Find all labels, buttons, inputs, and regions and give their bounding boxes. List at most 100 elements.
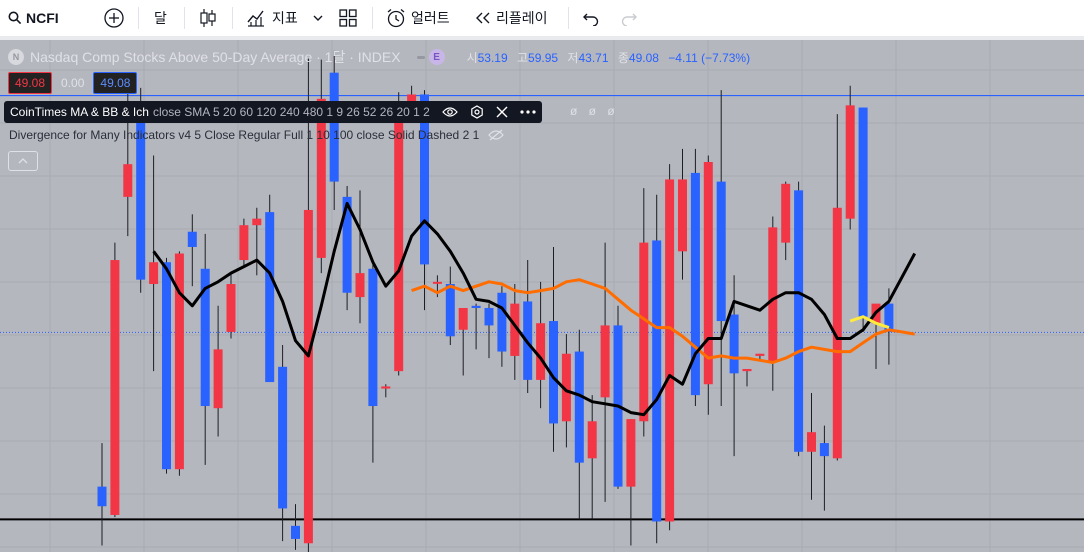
indicators-button[interactable]: 지표 <box>246 0 298 36</box>
indicators-label: 지표 <box>272 10 298 26</box>
candle-body <box>626 419 636 487</box>
candle-body <box>755 353 765 356</box>
toolbar-divider <box>568 7 569 29</box>
high-label: 고 <box>517 50 529 65</box>
candle-body <box>716 181 726 322</box>
indicators-icon <box>247 10 264 27</box>
candle-body <box>652 240 662 522</box>
bid-ask-boxes: 49.08 0.00 49.08 <box>8 72 138 94</box>
replay-label: 리플레이 <box>496 10 548 26</box>
rewind-icon <box>476 12 490 24</box>
candle-body <box>794 190 804 452</box>
candle-body <box>458 307 468 330</box>
buy-price-box[interactable]: 49.08 <box>93 72 138 94</box>
candle-body <box>742 368 752 372</box>
layout-button[interactable] <box>338 0 358 36</box>
settings-icon[interactable] <box>470 105 484 119</box>
sell-price-box[interactable]: 49.08 <box>8 72 53 94</box>
undo-icon <box>583 13 599 26</box>
candle-body <box>445 284 455 337</box>
candle-body <box>497 292 507 352</box>
symbol-label: NCFI <box>26 10 59 26</box>
undo-button[interactable] <box>582 0 600 36</box>
candle-body <box>484 307 494 326</box>
candle-body <box>819 443 829 457</box>
candle-body <box>639 242 649 422</box>
indicator-legend-divergence[interactable]: Divergence for Many Indicators v4 5 Clos… <box>9 128 505 142</box>
candle-body <box>226 284 236 332</box>
toolbar-divider <box>232 7 233 29</box>
redo-icon <box>621 13 637 26</box>
alert-label: 얼러트 <box>411 10 450 26</box>
indicator-values: ø ø ø <box>570 104 619 118</box>
series-title[interactable]: Nasdaq Comp Stocks Above 50-Day Average … <box>30 47 401 67</box>
candle-body <box>665 179 675 522</box>
series-legend: N Nasdaq Comp Stocks Above 50-Day Averag… <box>8 48 750 66</box>
toolbar-divider <box>372 7 373 29</box>
collapse-legend-button[interactable] <box>8 151 38 171</box>
candle-body <box>265 212 275 383</box>
nasdaq-logo-icon: N <box>8 49 24 65</box>
candle-body <box>574 351 584 463</box>
high-value: 59.95 <box>528 50 559 65</box>
close-value: 49.08 <box>628 50 659 65</box>
candle-body <box>729 314 739 374</box>
indicators-dropdown[interactable] <box>312 0 324 36</box>
candle-body <box>471 305 481 308</box>
candle-body <box>303 209 313 544</box>
candle-body <box>587 421 597 459</box>
candle-body <box>291 525 300 539</box>
replay-button[interactable]: 리플레이 <box>474 0 548 36</box>
interval-button[interactable]: 달 <box>154 0 167 36</box>
candle-body <box>536 323 546 380</box>
candle-body <box>600 325 610 398</box>
alert-button[interactable]: 얼러트 <box>385 0 450 36</box>
plus-circle-icon <box>104 8 124 28</box>
search-icon <box>8 11 22 25</box>
candle-body <box>252 218 262 226</box>
candle-body <box>149 262 159 285</box>
open-label: 시 <box>466 50 478 65</box>
earnings-badge-label: E <box>428 49 445 65</box>
interval-label: 달 <box>154 10 167 26</box>
chevron-up-icon <box>18 158 28 164</box>
open-value: 53.19 <box>477 50 508 65</box>
close-icon[interactable] <box>496 106 508 118</box>
chart-pane[interactable]: N Nasdaq Comp Stocks Above 50-Day Averag… <box>0 40 1084 552</box>
indicator-name: CoinTimes MA & BB & Ich <box>10 105 149 119</box>
dash-icon <box>416 55 425 59</box>
symbol-search-button[interactable]: NCFI <box>8 0 59 36</box>
more-icon[interactable] <box>520 110 536 114</box>
toolbar-divider <box>138 7 139 29</box>
spread-value: 0.00 <box>61 76 85 90</box>
candle-body <box>97 486 107 507</box>
candle-body <box>239 225 249 261</box>
grid-layout-icon <box>339 9 357 27</box>
candle-body <box>394 107 404 372</box>
close-label: 종 <box>617 50 629 65</box>
earnings-badge[interactable]: E <box>416 49 445 65</box>
candle-body <box>432 281 442 284</box>
low-value: 43.71 <box>578 50 609 65</box>
compare-symbol-button[interactable] <box>103 0 125 36</box>
redo-button[interactable] <box>620 0 638 36</box>
eye-icon[interactable] <box>442 106 458 118</box>
chevron-down-icon <box>313 15 323 21</box>
change-value: −4.11 (−7.73%) <box>668 50 751 65</box>
candle-body <box>703 162 713 385</box>
candle-body <box>162 262 171 470</box>
candle-body <box>781 183 791 243</box>
candle-body <box>678 179 687 252</box>
candle-body <box>807 432 816 452</box>
candle-body <box>110 260 120 515</box>
chart-type-button[interactable] <box>198 0 218 36</box>
top-toolbar: NCFI 달 지표 얼러트 리플레이 <box>0 0 1084 37</box>
indicator-legend-cointimes[interactable]: CoinTimes MA & BB & Ich close SMA 5 20 6… <box>4 101 542 123</box>
eye-hidden-icon[interactable] <box>487 129 505 141</box>
candle-body <box>355 273 365 298</box>
candle-body <box>187 231 197 247</box>
indicator-name: Divergence for Many Indicators v4 5 Clos… <box>9 128 480 142</box>
candles-icon <box>200 9 216 27</box>
candle-body <box>123 164 133 197</box>
candle-body <box>768 227 778 363</box>
